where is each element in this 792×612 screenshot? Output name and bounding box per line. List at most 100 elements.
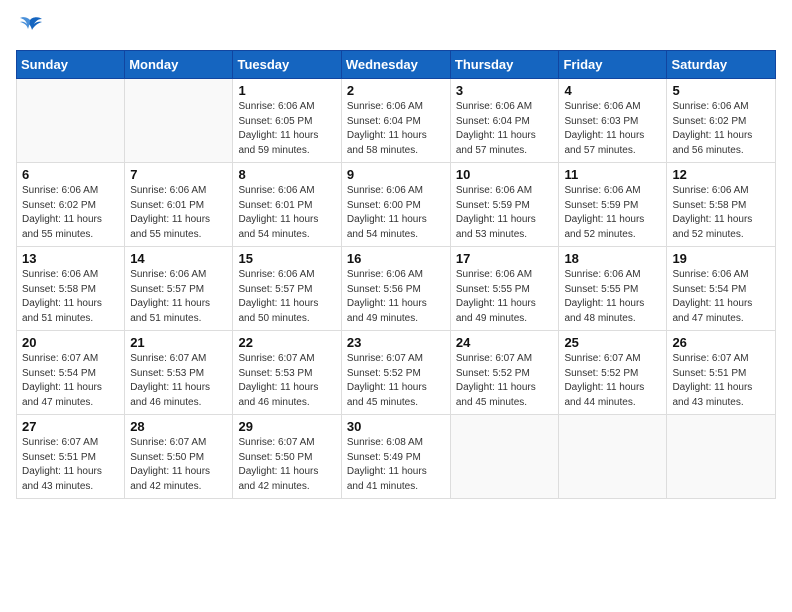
week-row-2: 6 Sunrise: 6:06 AM Sunset: 6:02 PM Daylig…: [17, 163, 776, 247]
calendar-cell: [667, 415, 776, 499]
calendar-cell: 15 Sunrise: 6:06 AM Sunset: 5:57 PM Dayli…: [233, 247, 341, 331]
day-info: Sunrise: 6:06 AM Sunset: 5:58 PM Dayligh…: [672, 184, 770, 242]
day-info: Sunrise: 6:06 AM Sunset: 6:03 PM Dayligh…: [564, 100, 661, 158]
weekday-header-wednesday: Wednesday: [341, 51, 450, 79]
day-info: Sunrise: 6:07 AM Sunset: 5:50 PM Dayligh…: [238, 436, 335, 494]
day-number: 23: [347, 335, 445, 350]
day-info: Sunrise: 6:07 AM Sunset: 5:50 PM Dayligh…: [130, 436, 227, 494]
weekday-header-monday: Monday: [125, 51, 233, 79]
calendar-cell: 1 Sunrise: 6:06 AM Sunset: 6:05 PM Daylig…: [233, 79, 341, 163]
day-number: 15: [238, 251, 335, 266]
calendar-cell: [125, 79, 233, 163]
day-number: 25: [564, 335, 661, 350]
day-number: 5: [672, 83, 770, 98]
day-number: 10: [456, 167, 554, 182]
weekday-header-sunday: Sunday: [17, 51, 125, 79]
calendar-cell: 16 Sunrise: 6:06 AM Sunset: 5:56 PM Dayli…: [341, 247, 450, 331]
day-info: Sunrise: 6:07 AM Sunset: 5:53 PM Dayligh…: [130, 352, 227, 410]
calendar-cell: 13 Sunrise: 6:06 AM Sunset: 5:58 PM Dayli…: [17, 247, 125, 331]
day-info: Sunrise: 6:07 AM Sunset: 5:52 PM Dayligh…: [347, 352, 445, 410]
calendar-cell: 19 Sunrise: 6:06 AM Sunset: 5:54 PM Dayli…: [667, 247, 776, 331]
day-number: 29: [238, 419, 335, 434]
calendar-cell: 22Sunrise: 6:07 AM Sunset: 5:53 PM Dayli…: [233, 331, 341, 415]
calendar-cell: 27 Sunrise: 6:07 AM Sunset: 5:51 PM Dayli…: [17, 415, 125, 499]
day-info: Sunrise: 6:06 AM Sunset: 6:01 PM Dayligh…: [130, 184, 227, 242]
day-number: 22: [238, 335, 335, 350]
calendar-cell: 9 Sunrise: 6:06 AM Sunset: 6:00 PM Daylig…: [341, 163, 450, 247]
day-number: 27: [22, 419, 119, 434]
day-number: 7: [130, 167, 227, 182]
calendar-cell: 7 Sunrise: 6:06 AM Sunset: 6:01 PM Daylig…: [125, 163, 233, 247]
day-number: 12: [672, 167, 770, 182]
day-info: Sunrise: 6:06 AM Sunset: 6:04 PM Dayligh…: [456, 100, 554, 158]
calendar-cell: 11 Sunrise: 6:06 AM Sunset: 5:59 PM Dayli…: [559, 163, 667, 247]
day-info: Sunrise: 6:07 AM Sunset: 5:54 PM Dayligh…: [22, 352, 119, 410]
day-number: 9: [347, 167, 445, 182]
day-number: 11: [564, 167, 661, 182]
day-info: Sunrise: 6:06 AM Sunset: 5:56 PM Dayligh…: [347, 268, 445, 326]
day-number: 14: [130, 251, 227, 266]
day-info: Sunrise: 6:07 AM Sunset: 5:51 PM Dayligh…: [22, 436, 119, 494]
day-info: Sunrise: 6:06 AM Sunset: 5:59 PM Dayligh…: [456, 184, 554, 242]
day-info: Sunrise: 6:06 AM Sunset: 6:02 PM Dayligh…: [22, 184, 119, 242]
calendar-cell: 6 Sunrise: 6:06 AM Sunset: 6:02 PM Daylig…: [17, 163, 125, 247]
calendar-cell: 29 Sunrise: 6:07 AM Sunset: 5:50 PM Dayli…: [233, 415, 341, 499]
day-number: 20: [22, 335, 119, 350]
day-info: Sunrise: 6:06 AM Sunset: 5:57 PM Dayligh…: [238, 268, 335, 326]
day-number: 2: [347, 83, 445, 98]
calendar-cell: 4 Sunrise: 6:06 AM Sunset: 6:03 PM Daylig…: [559, 79, 667, 163]
weekday-header-row: SundayMondayTuesdayWednesdayThursdayFrid…: [17, 51, 776, 79]
day-info: Sunrise: 6:06 AM Sunset: 5:57 PM Dayligh…: [130, 268, 227, 326]
calendar-cell: 18 Sunrise: 6:06 AM Sunset: 5:55 PM Dayli…: [559, 247, 667, 331]
calendar-cell: 17 Sunrise: 6:06 AM Sunset: 5:55 PM Dayli…: [450, 247, 559, 331]
calendar-cell: 30Sunrise: 6:08 AM Sunset: 5:49 PM Dayli…: [341, 415, 450, 499]
calendar-cell: 23 Sunrise: 6:07 AM Sunset: 5:52 PM Dayli…: [341, 331, 450, 415]
day-info: Sunrise: 6:06 AM Sunset: 6:00 PM Dayligh…: [347, 184, 445, 242]
weekday-header-tuesday: Tuesday: [233, 51, 341, 79]
calendar-cell: 5 Sunrise: 6:06 AM Sunset: 6:02 PM Daylig…: [667, 79, 776, 163]
weekday-header-thursday: Thursday: [450, 51, 559, 79]
day-number: 3: [456, 83, 554, 98]
day-number: 1: [238, 83, 335, 98]
day-info: Sunrise: 6:06 AM Sunset: 6:02 PM Dayligh…: [672, 100, 770, 158]
header: [16, 16, 776, 38]
day-number: 19: [672, 251, 770, 266]
day-info: Sunrise: 6:06 AM Sunset: 5:55 PM Dayligh…: [456, 268, 554, 326]
day-info: Sunrise: 6:06 AM Sunset: 5:59 PM Dayligh…: [564, 184, 661, 242]
week-row-5: 27 Sunrise: 6:07 AM Sunset: 5:51 PM Dayli…: [17, 415, 776, 499]
day-number: 18: [564, 251, 661, 266]
calendar-cell: 3 Sunrise: 6:06 AM Sunset: 6:04 PM Daylig…: [450, 79, 559, 163]
calendar-cell: [17, 79, 125, 163]
day-number: 16: [347, 251, 445, 266]
day-info: Sunrise: 6:06 AM Sunset: 5:55 PM Dayligh…: [564, 268, 661, 326]
calendar-cell: 25 Sunrise: 6:07 AM Sunset: 5:52 PM Dayli…: [559, 331, 667, 415]
day-info: Sunrise: 6:06 AM Sunset: 6:04 PM Dayligh…: [347, 100, 445, 158]
day-info: Sunrise: 6:06 AM Sunset: 5:54 PM Dayligh…: [672, 268, 770, 326]
logo: [16, 16, 48, 38]
calendar-cell: [450, 415, 559, 499]
day-number: 21: [130, 335, 227, 350]
calendar-cell: 20 Sunrise: 6:07 AM Sunset: 5:54 PM Dayli…: [17, 331, 125, 415]
day-info: Sunrise: 6:06 AM Sunset: 5:58 PM Dayligh…: [22, 268, 119, 326]
day-number: 17: [456, 251, 554, 266]
day-info: Sunrise: 6:07 AM Sunset: 5:52 PM Dayligh…: [564, 352, 661, 410]
day-number: 4: [564, 83, 661, 98]
day-info: Sunrise: 6:07 AM Sunset: 5:51 PM Dayligh…: [672, 352, 770, 410]
day-info: Sunrise: 6:06 AM Sunset: 6:05 PM Dayligh…: [238, 100, 335, 158]
week-row-3: 13 Sunrise: 6:06 AM Sunset: 5:58 PM Dayli…: [17, 247, 776, 331]
week-row-4: 20 Sunrise: 6:07 AM Sunset: 5:54 PM Dayli…: [17, 331, 776, 415]
calendar-cell: 24 Sunrise: 6:07 AM Sunset: 5:52 PM Dayli…: [450, 331, 559, 415]
calendar-cell: [559, 415, 667, 499]
weekday-header-saturday: Saturday: [667, 51, 776, 79]
day-number: 30: [347, 419, 445, 434]
day-number: 24: [456, 335, 554, 350]
calendar-cell: 2 Sunrise: 6:06 AM Sunset: 6:04 PM Daylig…: [341, 79, 450, 163]
day-info: Sunrise: 6:06 AM Sunset: 6:01 PM Dayligh…: [238, 184, 335, 242]
logo-bird-icon: [16, 16, 44, 38]
week-row-1: 1 Sunrise: 6:06 AM Sunset: 6:05 PM Daylig…: [17, 79, 776, 163]
calendar-cell: 10 Sunrise: 6:06 AM Sunset: 5:59 PM Dayli…: [450, 163, 559, 247]
calendar-cell: 28Sunrise: 6:07 AM Sunset: 5:50 PM Dayli…: [125, 415, 233, 499]
day-number: 13: [22, 251, 119, 266]
day-info: Sunrise: 6:07 AM Sunset: 5:52 PM Dayligh…: [456, 352, 554, 410]
day-number: 6: [22, 167, 119, 182]
